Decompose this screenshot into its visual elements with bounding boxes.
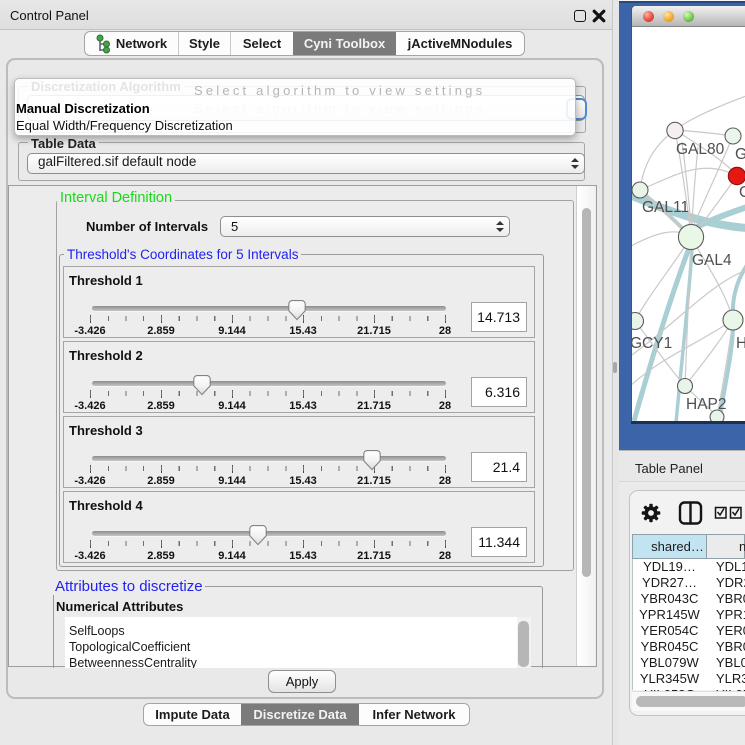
svg-text:GAL11: GAL11 [642,199,689,216]
svg-text:HAP2: HAP2 [686,396,727,413]
svg-text:GAL4: GAL4 [692,252,732,269]
svg-text:GA: GA [735,146,745,163]
svg-text:GAL80: GAL80 [676,141,725,158]
svg-text:CR: CR [739,184,745,201]
svg-text:GCY1: GCY1 [632,335,672,352]
svg-text:H: H [736,335,745,352]
